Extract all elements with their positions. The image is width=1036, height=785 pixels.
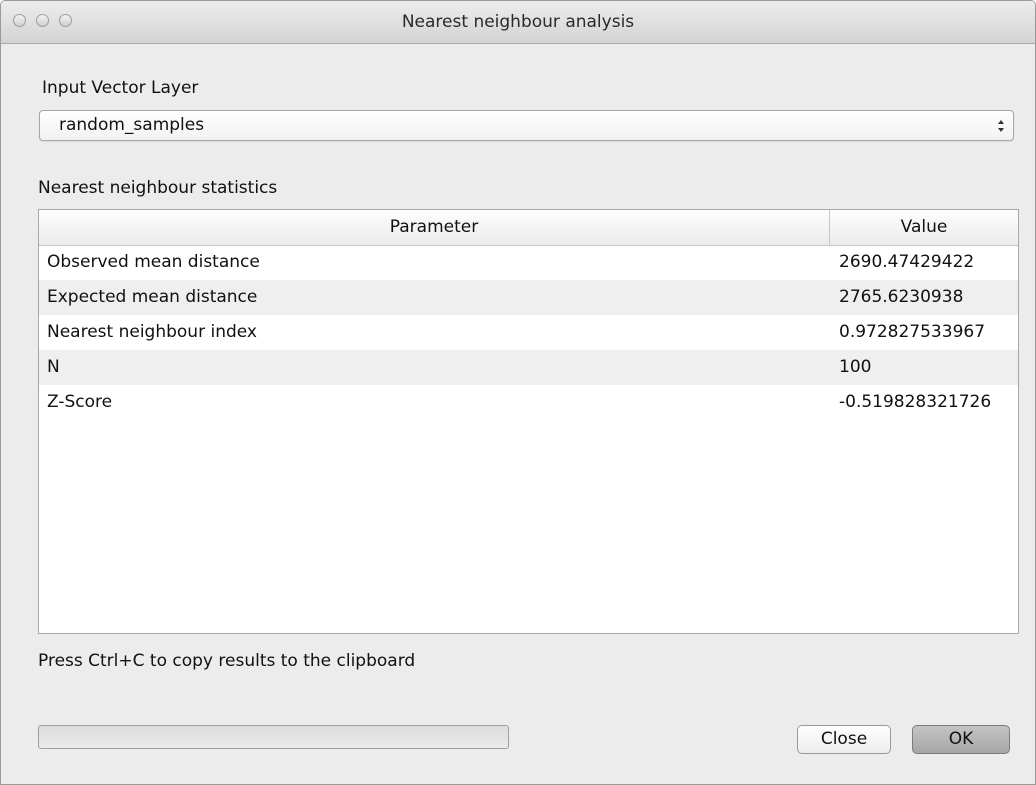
table-header: Parameter Value xyxy=(39,210,1018,246)
cell-parameter: Nearest neighbour index xyxy=(47,322,257,342)
cell-parameter: Expected mean distance xyxy=(47,287,258,307)
stats-table: Parameter Value Observed mean distance 26… xyxy=(38,209,1019,634)
progress-bar xyxy=(38,725,509,749)
cell-value: 0.972827533967 xyxy=(839,322,986,342)
input-layer-label: Input Vector Layer xyxy=(42,78,199,98)
cell-parameter: Observed mean distance xyxy=(47,252,260,272)
close-button[interactable]: Close xyxy=(797,725,891,754)
up-down-arrows-icon xyxy=(998,120,1004,132)
table-row[interactable]: Expected mean distance 2765.6230938 xyxy=(39,280,1018,315)
cell-value: 2690.47429422 xyxy=(839,252,975,272)
title-bar[interactable]: Nearest neighbour analysis xyxy=(1,1,1035,44)
cell-value: 2765.6230938 xyxy=(839,287,964,307)
cell-parameter: N xyxy=(47,357,60,377)
input-layer-value: random_samples xyxy=(59,115,205,135)
table-row[interactable]: Z-Score -0.519828321726 xyxy=(39,385,1018,420)
dialog-window: Nearest neighbour analysis Input Vector … xyxy=(0,0,1036,785)
table-row[interactable]: N 100 xyxy=(39,350,1018,385)
cell-value: -0.519828321726 xyxy=(839,392,992,412)
ok-button[interactable]: OK xyxy=(912,725,1010,754)
column-header-value[interactable]: Value xyxy=(830,210,1018,245)
clipboard-hint: Press Ctrl+C to copy results to the clip… xyxy=(38,651,416,671)
input-layer-select[interactable]: random_samples xyxy=(39,110,1014,141)
cell-value: 100 xyxy=(839,357,872,377)
table-row[interactable]: Nearest neighbour index 0.972827533967 xyxy=(39,315,1018,350)
window-title: Nearest neighbour analysis xyxy=(401,12,635,32)
stats-label: Nearest neighbour statistics xyxy=(38,178,278,198)
table-row[interactable]: Observed mean distance 2690.47429422 xyxy=(39,245,1018,280)
column-header-parameter[interactable]: Parameter xyxy=(39,210,830,245)
cell-parameter: Z-Score xyxy=(47,392,113,412)
